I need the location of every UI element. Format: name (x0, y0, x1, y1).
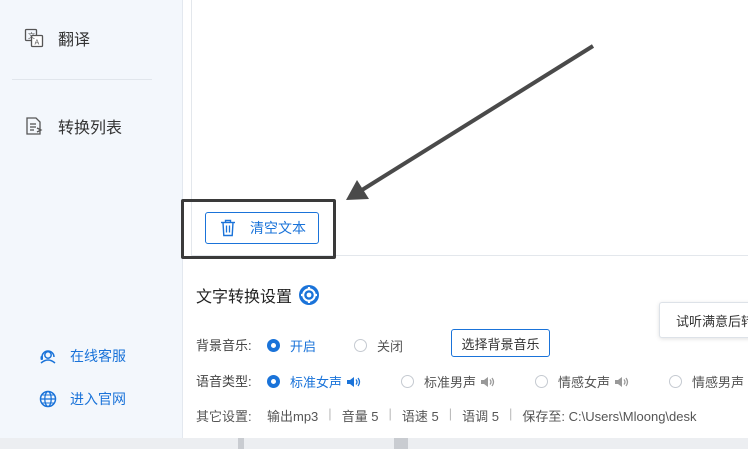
voice-emo-male-radio[interactable]: 情感男声 (669, 372, 744, 391)
scroll-marker (238, 438, 244, 449)
online-service-link[interactable]: 在线客服 (38, 346, 126, 366)
sidebar-item-label: 翻译 (58, 32, 91, 49)
speed-setting[interactable]: 语速 5 (402, 406, 439, 425)
save-path[interactable]: 保存至: C:\Users\Mloong\desk (522, 406, 696, 425)
volume-setting[interactable]: 音量 5 (342, 406, 379, 425)
separator: | (388, 406, 392, 421)
bgm-label: 背景音乐: (196, 338, 252, 353)
bottom-scroll-strip (0, 438, 748, 449)
headset-icon (38, 346, 58, 366)
radio-dot (267, 339, 280, 352)
radio-label: 情感男声 (692, 375, 745, 390)
translate-icon: 文 A (24, 28, 44, 48)
highlight-box (181, 199, 336, 259)
sidebar-divider (12, 79, 152, 80)
radio-dot (354, 339, 367, 352)
radio-label: 标准男声 (424, 375, 477, 390)
radio-label: 标准女声 (290, 375, 343, 390)
output-format[interactable]: 输出mp3 (267, 406, 318, 425)
radio-dot (535, 375, 548, 388)
official-site-link[interactable]: 进入官网 (38, 389, 126, 409)
separator: | (509, 406, 513, 421)
sidebar-item-convert-list[interactable]: 转换列表 (24, 114, 122, 138)
speaker-icon[interactable] (346, 376, 362, 388)
bgm-off-radio[interactable]: 关闭 (354, 336, 403, 355)
sidebar-item-translate[interactable]: 文 A 翻译 (24, 26, 90, 50)
voice-std-female-radio[interactable]: 标准女声 (267, 372, 362, 391)
svg-text:A: A (35, 39, 40, 47)
select-bgm-button[interactable]: 选择背景音乐 (451, 329, 550, 357)
gear-icon[interactable] (298, 284, 320, 306)
scroll-marker (394, 438, 408, 449)
speaker-icon[interactable] (614, 376, 630, 388)
radio-dot (669, 375, 682, 388)
radio-label: 开启 (290, 339, 317, 354)
other-settings-label: 其它设置: (196, 409, 252, 424)
settings-title-text: 文字转换设置 (196, 289, 293, 306)
sidebar-item-label: 转换列表 (58, 120, 123, 137)
radio-label: 关闭 (377, 339, 404, 354)
voice-std-male-radio[interactable]: 标准男声 (401, 372, 496, 391)
bgm-on-radio[interactable]: 开启 (267, 336, 316, 355)
radio-label: 情感女声 (558, 375, 611, 390)
other-settings: 输出mp3 | 音量 5 | 语速 5 | 语调 5 | 保存至: C:\Use… (267, 406, 697, 425)
voice-emo-female-radio[interactable]: 情感女声 (535, 372, 630, 391)
official-site-label: 进入官网 (70, 391, 126, 407)
voice-label: 语音类型: (196, 374, 252, 389)
settings-title: 文字转换设置 (196, 283, 320, 307)
pitch-setting[interactable]: 语调 5 (462, 406, 499, 425)
globe-icon (38, 389, 58, 409)
radio-dot (401, 375, 414, 388)
tooltip-text: 试听满意后转 (676, 313, 748, 329)
speaker-icon[interactable] (480, 376, 496, 388)
radio-dot (267, 375, 280, 388)
list-convert-icon (24, 116, 44, 136)
preview-tooltip: 试听满意后转 (659, 302, 748, 338)
separator: | (448, 406, 453, 421)
sidebar: 文 A 翻译 转换列表 在线客服 进入官网 (0, 0, 183, 438)
separator: | (328, 406, 332, 421)
online-service-label: 在线客服 (70, 348, 126, 364)
